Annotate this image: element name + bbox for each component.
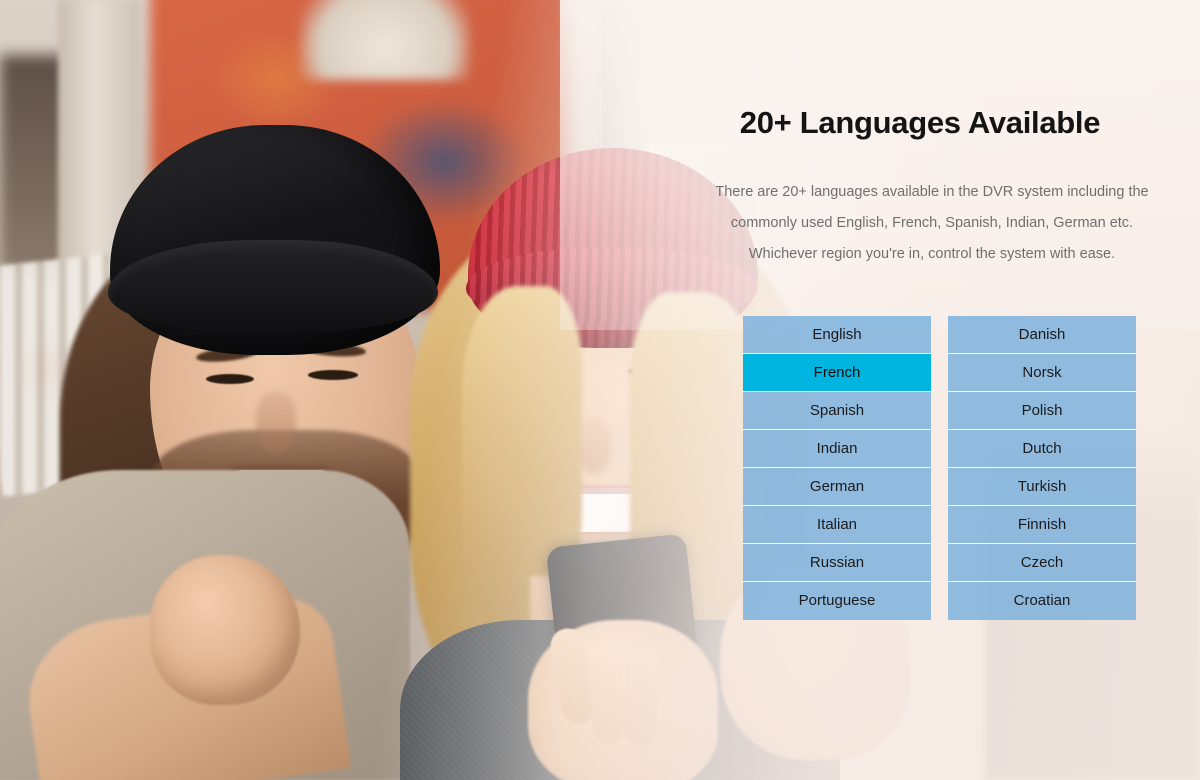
man-nose — [256, 392, 296, 454]
language-item[interactable]: Dutch — [948, 430, 1136, 468]
language-item[interactable]: Turkish — [948, 468, 1136, 506]
man-eye-left — [206, 374, 254, 384]
language-item[interactable]: Italian — [743, 506, 931, 544]
language-item[interactable]: Portuguese — [743, 582, 931, 620]
language-item[interactable]: Czech — [948, 544, 1136, 582]
language-item[interactable]: Croatian — [948, 582, 1136, 620]
language-item[interactable]: Indian — [743, 430, 931, 468]
language-item[interactable]: Danish — [948, 316, 1136, 354]
description-line-1: There are 20+ languages available in the… — [715, 184, 1149, 200]
page-title: 20+ Languages Available — [739, 105, 1101, 140]
language-item[interactable]: Finnish — [948, 506, 1136, 544]
man-fist — [150, 555, 300, 705]
language-item[interactable]: Russian — [743, 544, 931, 582]
language-list-column-left: English French Spanish Indian German Ita… — [743, 316, 931, 620]
language-item[interactable]: Polish — [948, 392, 1136, 430]
woman-finger — [586, 638, 628, 746]
description-line-2: commonly used English, French, Spanish, … — [730, 215, 1134, 231]
language-item[interactable]: Spanish — [743, 392, 931, 430]
language-item[interactable]: German — [743, 468, 931, 506]
man-eye-right — [308, 370, 358, 380]
language-list-column-right: Danish Norsk Polish Dutch Turkish Finnis… — [948, 316, 1136, 620]
language-lists: English French Spanish Indian German Ita… — [743, 316, 1136, 620]
language-item-selected[interactable]: French — [743, 354, 931, 392]
page-description: There are 20+ languages available in the… — [698, 177, 1166, 270]
promo-banner: 20+ Languages Available There are 20+ la… — [0, 0, 1200, 780]
language-item[interactable]: Norsk — [948, 354, 1136, 392]
language-item[interactable]: English — [743, 316, 931, 354]
description-line-3: Whichever region you're in, control the … — [748, 246, 1116, 262]
content-panel: 20+ Languages Available There are 20+ la… — [640, 0, 1200, 780]
